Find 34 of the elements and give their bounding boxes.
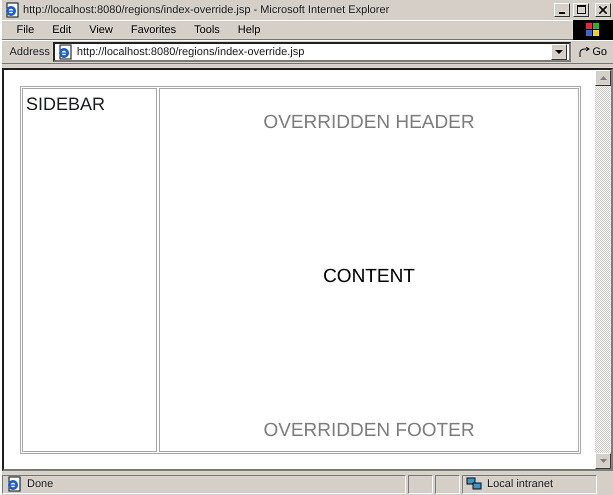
page-footer: OVERRIDDEN FOOTER bbox=[263, 416, 475, 445]
status-text: Done bbox=[27, 476, 54, 492]
sidebar-cell: SIDEBAR bbox=[22, 88, 157, 452]
page-content: CONTENT bbox=[323, 264, 415, 289]
address-field[interactable]: http://localhost:8080/regions/index-override.jsp bbox=[52, 42, 572, 62]
status-pane bbox=[408, 474, 433, 494]
minimize-icon bbox=[559, 12, 566, 14]
dropdown-arrow-icon bbox=[555, 50, 564, 54]
page-icon bbox=[6, 476, 22, 492]
menu-item[interactable]: Favorites bbox=[122, 22, 186, 38]
vertical-scrollbar[interactable] bbox=[595, 70, 611, 469]
close-button[interactable] bbox=[595, 3, 611, 17]
network-icon bbox=[466, 477, 482, 491]
page-header: OVERRIDDEN HEADER bbox=[263, 111, 475, 135]
close-icon bbox=[599, 6, 607, 14]
menu-item[interactable]: File bbox=[8, 22, 44, 38]
status-pane bbox=[435, 474, 460, 494]
menu-item[interactable]: View bbox=[80, 22, 122, 38]
scroll-down-icon bbox=[600, 459, 606, 463]
maximize-button[interactable] bbox=[573, 3, 590, 17]
window-title: http://localhost:8080/regions/index-override.jsp - Microsoft Internet Explorer bbox=[23, 2, 390, 18]
scroll-up-icon bbox=[600, 76, 606, 80]
maximize-icon bbox=[576, 5, 586, 14]
minimize-button[interactable] bbox=[554, 3, 570, 17]
address-label: Address bbox=[8, 44, 50, 60]
page-icon bbox=[56, 44, 73, 60]
go-button[interactable]: Go bbox=[574, 44, 611, 60]
menu-item[interactable]: Tools bbox=[185, 22, 229, 38]
zone-text: Local intranet bbox=[487, 476, 554, 492]
windows-logo-icon bbox=[586, 23, 600, 37]
page-icon bbox=[4, 2, 20, 18]
menu-item[interactable]: Edit bbox=[43, 22, 80, 38]
curved-arrow-icon bbox=[578, 46, 590, 58]
menu-item[interactable]: Help bbox=[228, 22, 270, 38]
